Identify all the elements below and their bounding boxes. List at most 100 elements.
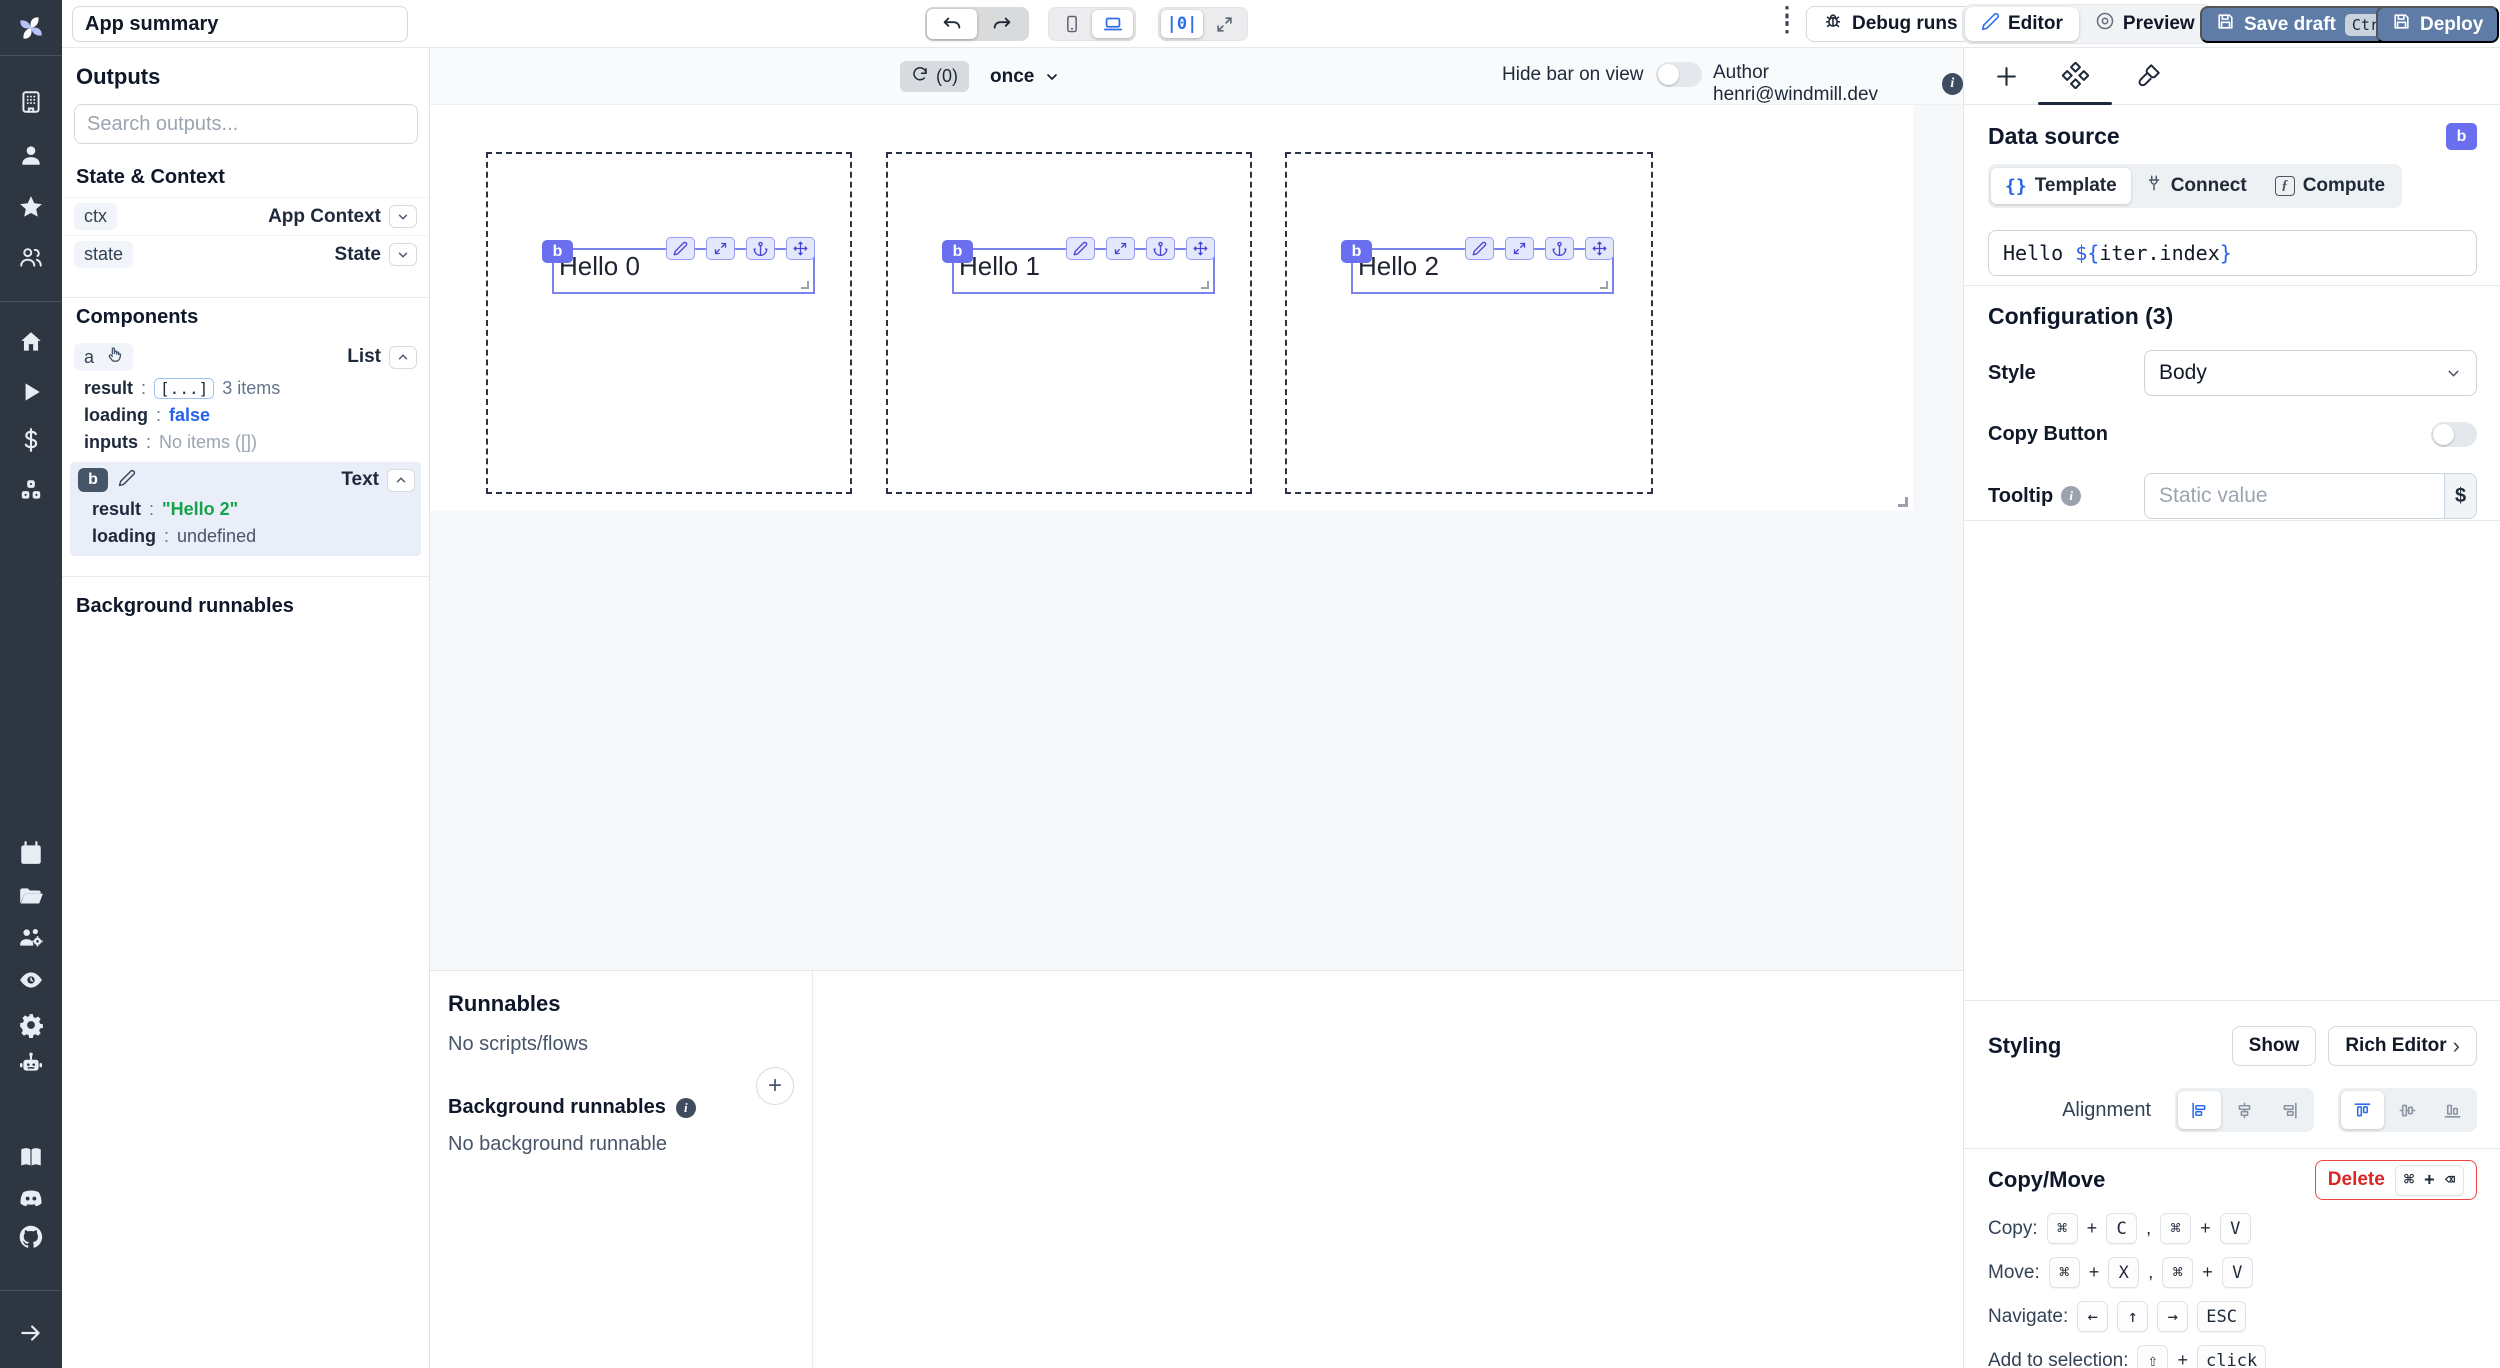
search-outputs-input[interactable] bbox=[74, 104, 418, 144]
favorites-star-icon[interactable] bbox=[18, 194, 44, 220]
author-label: Author henri@windmill.dev bbox=[1713, 62, 1879, 105]
text-component-selected[interactable]: b Hello 1 bbox=[942, 237, 1215, 294]
tab-editor[interactable]: Editor bbox=[1965, 7, 2079, 41]
info-icon[interactable]: i bbox=[1941, 73, 1963, 95]
tab-compute[interactable]: ƒ Compute bbox=[2261, 168, 2399, 204]
info-icon[interactable]: i bbox=[2061, 486, 2082, 506]
runs-play-icon[interactable] bbox=[18, 379, 44, 405]
home-icon[interactable] bbox=[18, 329, 44, 355]
tab-template[interactable]: {} Template bbox=[1991, 168, 2131, 204]
expand-icon[interactable] bbox=[1106, 237, 1135, 260]
align-center-v-icon[interactable] bbox=[2386, 1091, 2429, 1129]
tab-preview[interactable]: Preview bbox=[2079, 7, 2211, 41]
delete-component-button[interactable]: Delete ⌘ + ⌫ bbox=[2314, 1160, 2477, 1200]
state-row[interactable]: state State bbox=[62, 235, 429, 273]
list-item-container[interactable]: b Hello 1 bbox=[886, 152, 1252, 494]
edit-pencil-icon[interactable] bbox=[666, 237, 695, 260]
workers-users-gear-icon[interactable] bbox=[18, 924, 44, 950]
template-code-input[interactable]: Hello ${iter.index} bbox=[1988, 230, 2477, 276]
prop-row-loading[interactable]: loading: false bbox=[62, 402, 429, 429]
expand-icon[interactable] bbox=[1505, 237, 1534, 260]
schedules-calendar-icon[interactable] bbox=[18, 840, 44, 866]
desktop-view-button[interactable] bbox=[1092, 10, 1133, 38]
anchor-icon[interactable] bbox=[1545, 237, 1574, 260]
prop-row-result[interactable]: result: "Hello 2" bbox=[70, 496, 421, 523]
anchor-icon[interactable] bbox=[1146, 237, 1175, 260]
text-component-selected[interactable]: b Hello 2 bbox=[1341, 237, 1614, 294]
align-bottom-icon[interactable] bbox=[2431, 1091, 2474, 1129]
app-canvas[interactable]: b Hello 0 b Hello 1 b Hello 2 bbox=[430, 105, 1913, 511]
move-icon[interactable] bbox=[1186, 237, 1215, 260]
center-content-button[interactable]: |0| bbox=[1161, 10, 1203, 38]
windmill-logo-icon[interactable] bbox=[16, 13, 46, 43]
component-b-card[interactable]: b Text result: "Hello 2" loading: undefi… bbox=[70, 462, 421, 556]
static-value-toggle[interactable]: $ bbox=[2444, 474, 2476, 518]
chevron-down-icon[interactable] bbox=[389, 243, 417, 266]
canvas-resize-handle[interactable] bbox=[1898, 497, 1908, 507]
resize-handle[interactable] bbox=[801, 281, 809, 289]
windmill-app-editor: |0| ⋮⋮ Debug runs Editor Preview Save dr… bbox=[0, 0, 2500, 1368]
user-icon[interactable] bbox=[18, 142, 44, 168]
prop-row-inputs[interactable]: inputs: No items ([]) bbox=[62, 429, 429, 456]
audit-eye-icon[interactable] bbox=[18, 967, 44, 993]
edit-pencil-icon[interactable] bbox=[118, 469, 136, 492]
list-item-container[interactable]: b Hello 2 bbox=[1285, 152, 1653, 494]
ctx-row[interactable]: ctx App Context bbox=[62, 197, 429, 235]
component-settings-tab[interactable] bbox=[2061, 61, 2090, 94]
tooltip-row: Tooltip i $ bbox=[1988, 473, 2477, 519]
chevron-up-icon[interactable] bbox=[389, 345, 417, 369]
show-styling-button[interactable]: Show bbox=[2231, 1026, 2317, 1066]
redo-button[interactable] bbox=[977, 9, 1027, 39]
undo-button[interactable] bbox=[927, 9, 977, 39]
edit-pencil-icon[interactable] bbox=[1465, 237, 1494, 260]
style-select[interactable]: Body bbox=[2144, 350, 2477, 396]
align-left-icon[interactable] bbox=[2178, 1091, 2221, 1129]
shortcut-row-navigate: Navigate: ← ↑ → ESC bbox=[1988, 1301, 2477, 1332]
resources-boxes-icon[interactable] bbox=[18, 477, 44, 503]
component-a-header[interactable]: a List bbox=[62, 337, 429, 375]
debug-runs-button[interactable]: Debug runs bbox=[1806, 6, 1975, 42]
workspace-icon[interactable] bbox=[18, 89, 44, 115]
edit-pencil-icon[interactable] bbox=[1066, 237, 1095, 260]
rich-editor-button[interactable]: Rich Editor › bbox=[2328, 1026, 2477, 1066]
github-icon[interactable] bbox=[18, 1224, 45, 1251]
text-component-selected[interactable]: b Hello 0 bbox=[542, 237, 815, 294]
app-summary-input[interactable] bbox=[72, 6, 408, 42]
info-icon[interactable]: i bbox=[675, 1097, 696, 1118]
docs-book-icon[interactable] bbox=[18, 1144, 44, 1170]
refresh-all-button[interactable]: (0) bbox=[900, 61, 969, 92]
expand-icon[interactable] bbox=[706, 237, 735, 260]
groups-icon[interactable] bbox=[18, 244, 44, 270]
more-options-kebab[interactable]: ⋮ ⋮ bbox=[1776, 4, 1798, 35]
resize-handle[interactable] bbox=[1600, 281, 1608, 289]
anchor-icon[interactable] bbox=[746, 237, 775, 260]
collapse-arrow-icon[interactable] bbox=[18, 1320, 44, 1346]
move-icon[interactable] bbox=[1585, 237, 1614, 260]
settings-gear-icon[interactable] bbox=[18, 1012, 44, 1038]
prop-row-result[interactable]: result: [...] 3 items bbox=[62, 375, 429, 402]
discord-icon[interactable] bbox=[18, 1185, 45, 1212]
copy-button-toggle[interactable] bbox=[2431, 422, 2477, 447]
align-top-icon[interactable] bbox=[2341, 1091, 2384, 1129]
deploy-button[interactable]: Deploy bbox=[2376, 6, 2500, 43]
chevron-down-icon[interactable] bbox=[389, 205, 417, 228]
resize-handle[interactable] bbox=[1201, 281, 1209, 289]
add-background-runnable-button[interactable]: + bbox=[756, 1067, 794, 1105]
mobile-view-button[interactable] bbox=[1051, 10, 1092, 38]
move-icon[interactable] bbox=[786, 237, 815, 260]
variables-dollar-icon[interactable] bbox=[18, 427, 44, 453]
ai-robot-icon[interactable] bbox=[18, 1050, 44, 1076]
list-item-container[interactable]: b Hello 0 bbox=[486, 152, 852, 494]
tab-connect[interactable]: Connect bbox=[2131, 167, 2261, 205]
folders-icon[interactable] bbox=[18, 884, 44, 910]
align-center-h-icon[interactable] bbox=[2223, 1091, 2266, 1129]
fullscreen-button[interactable] bbox=[1203, 10, 1245, 38]
hide-bar-toggle[interactable] bbox=[1655, 62, 1702, 87]
chevron-up-icon[interactable] bbox=[387, 468, 415, 492]
insert-component-tab[interactable] bbox=[1994, 64, 2019, 94]
tooltip-input[interactable] bbox=[2145, 474, 2444, 518]
refresh-schedule-dropdown[interactable]: once bbox=[990, 61, 1060, 92]
theme-brush-tab[interactable] bbox=[2136, 62, 2162, 93]
prop-row-loading[interactable]: loading: undefined bbox=[70, 523, 421, 550]
align-right-icon[interactable] bbox=[2268, 1091, 2311, 1129]
